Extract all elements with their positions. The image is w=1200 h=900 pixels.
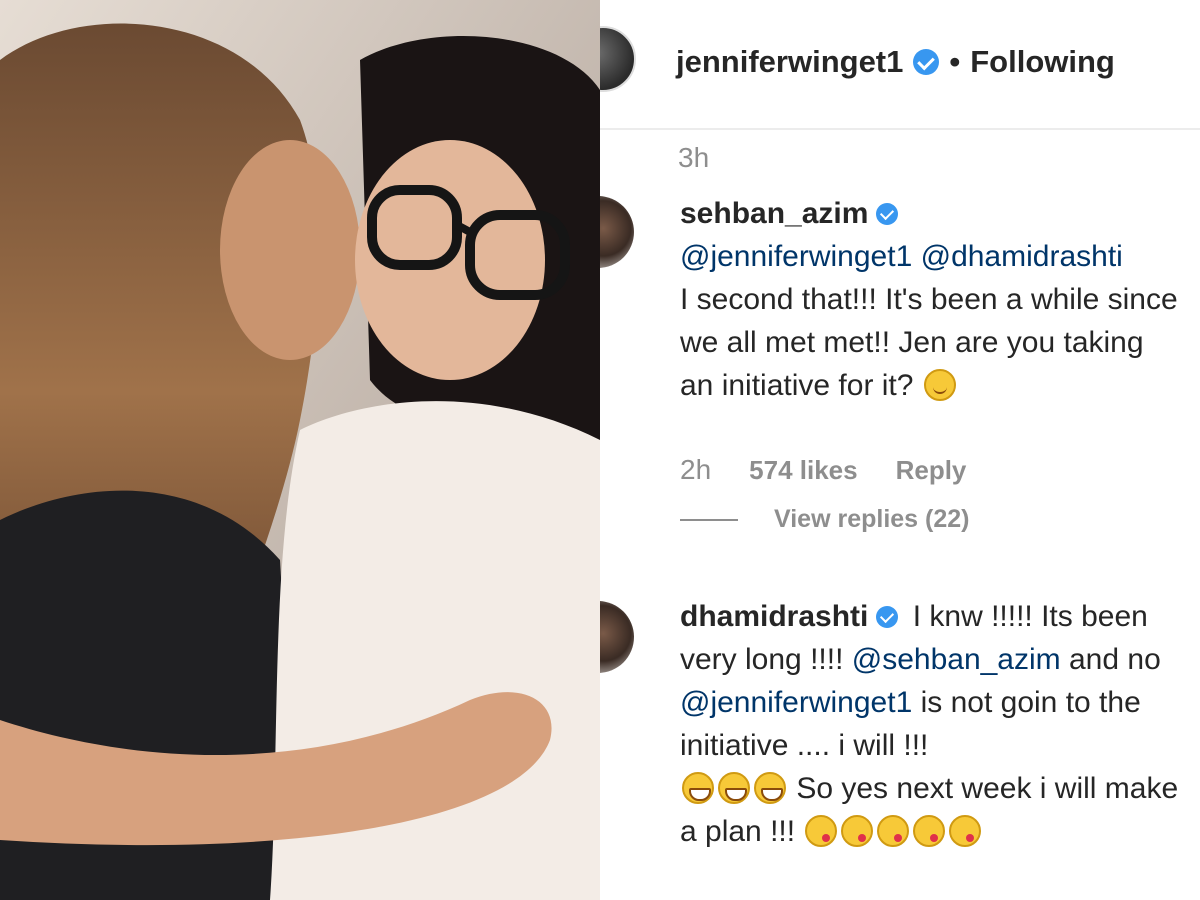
smiling-face-icon — [923, 369, 956, 401]
view-replies-label: View replies (22) — [774, 505, 970, 533]
comment-body: dhamidrashti I knw !!!!! Its been very l… — [680, 595, 1182, 853]
author-avatar[interactable] — [600, 26, 636, 92]
verified-badge-icon — [876, 202, 899, 225]
face-blowing-kiss-icon — [841, 815, 874, 847]
mention-link[interactable]: @jenniferwinget1 — [680, 240, 912, 273]
comments-panel: jenniferwinget1 • Following 3h sehban_az… — [600, 0, 1200, 900]
verified-badge-icon — [913, 49, 940, 75]
previous-comment-time: 3h — [678, 142, 710, 173]
commenter-username-row: sehban_azim — [680, 192, 899, 235]
commenter-avatar[interactable] — [600, 196, 634, 268]
face-blowing-kiss-icon — [913, 815, 946, 847]
author-row: jenniferwinget1 • Following — [676, 44, 1115, 80]
commenter-username[interactable]: sehban_azim — [680, 192, 868, 235]
post-header: jenniferwinget1 • Following — [600, 0, 1200, 130]
separator-dot: • — [949, 44, 961, 79]
mention-link[interactable]: @sehban_azim — [852, 643, 1061, 676]
author-username[interactable]: jenniferwinget1 — [676, 44, 903, 80]
verified-badge-icon — [876, 605, 899, 628]
post-photo — [0, 0, 600, 900]
comment-meta: 2h 574 likes Reply — [680, 454, 966, 486]
face-blowing-kiss-icon — [805, 815, 838, 847]
face-blowing-kiss-icon — [949, 815, 982, 847]
commenter-username-row: dhamidrashti — [680, 595, 899, 638]
view-replies-button[interactable]: View replies (22) — [680, 505, 969, 534]
grinning-face-icon — [718, 772, 750, 804]
comment-text: and no — [1069, 643, 1161, 676]
grinning-face-icon — [682, 772, 714, 804]
replies-line-icon — [680, 518, 738, 521]
grinning-face-icon — [754, 772, 786, 804]
mention-link[interactable]: @jenniferwinget1 — [680, 686, 912, 719]
reply-button[interactable]: Reply — [896, 455, 967, 486]
comment-likes[interactable]: 574 likes — [749, 455, 857, 486]
comment-body: sehban_azim @jenniferwinget1 @dhamidrash… — [680, 192, 1182, 407]
comments-list: 3h sehban_azim @jenniferwinget1 @dhamidr… — [600, 132, 1200, 900]
comment-time[interactable]: 2h — [680, 454, 711, 486]
commenter-username[interactable]: dhamidrashti — [680, 595, 868, 638]
following-button[interactable]: Following — [970, 44, 1115, 80]
face-blowing-kiss-icon — [877, 815, 910, 847]
mention-link[interactable]: @dhamidrashti — [921, 240, 1123, 273]
photo-illustration — [0, 0, 600, 900]
commenter-avatar[interactable] — [600, 601, 634, 673]
